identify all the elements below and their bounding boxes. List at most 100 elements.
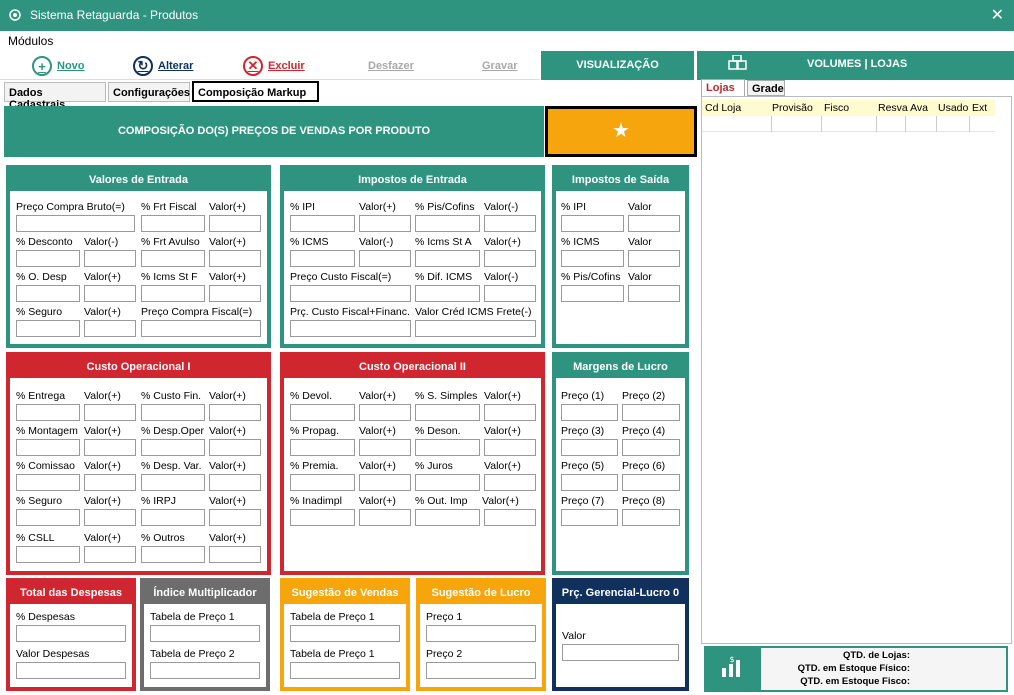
pis-cofins-input[interactable]	[415, 215, 480, 232]
tab-composicao-markup[interactable]: Composição Markup	[192, 81, 319, 102]
comissao-input[interactable]	[16, 474, 80, 491]
frt-avulso-input[interactable]	[141, 250, 205, 267]
s-simples-input[interactable]	[415, 404, 480, 421]
saida-icms-valor-input[interactable]	[628, 250, 680, 267]
comissao-valor-input[interactable]	[84, 474, 136, 491]
o-desp-input[interactable]	[16, 285, 80, 302]
menu-modulos[interactable]: Módulos	[8, 34, 53, 48]
preco-4-input[interactable]	[622, 439, 680, 456]
tab-lojas[interactable]: Lojas	[701, 79, 745, 96]
tab-grade[interactable]: Grade	[747, 80, 785, 96]
o-desp-valor-input[interactable]	[84, 285, 136, 302]
ipi-input[interactable]	[290, 215, 355, 232]
out-imp-input[interactable]	[415, 509, 480, 526]
seguro-op-input[interactable]	[16, 509, 80, 526]
outros-valor-input[interactable]	[209, 546, 261, 563]
indice-tabela-1-input[interactable]	[150, 625, 260, 642]
premia-input[interactable]	[290, 474, 355, 491]
novo-button[interactable]: + Novo	[32, 55, 85, 77]
desp-var-valor-input[interactable]	[209, 474, 261, 491]
premia-valor-input[interactable]	[359, 474, 411, 491]
devol-valor-input[interactable]	[359, 404, 411, 421]
preco-8-input[interactable]	[622, 509, 680, 526]
lojas-grid[interactable]	[701, 96, 1012, 644]
entrega-valor-input[interactable]	[84, 404, 136, 421]
icms-valor-input[interactable]	[359, 250, 411, 267]
star-icon[interactable]: ★	[545, 106, 697, 157]
seguro-valor-input[interactable]	[84, 320, 136, 337]
juros-input[interactable]	[415, 474, 480, 491]
indice-tabela-2-input[interactable]	[150, 662, 260, 679]
gravar-button[interactable]: Gravar	[482, 55, 517, 77]
desfazer-button[interactable]: Desfazer	[368, 55, 414, 77]
montagem-input[interactable]	[16, 439, 80, 456]
frt-fiscal-valor-input[interactable]	[209, 215, 261, 232]
visualizacao-button[interactable]: VISUALIZAÇÃO	[541, 51, 694, 80]
dif-icms-input[interactable]	[415, 285, 480, 302]
desconto-input[interactable]	[16, 250, 80, 267]
ipi-valor-input[interactable]	[359, 215, 411, 232]
desconto-valor-input[interactable]	[84, 250, 136, 267]
csll-valor-input[interactable]	[84, 546, 136, 563]
sugestao-tabela-1-input[interactable]	[290, 625, 400, 642]
inadimpl-input[interactable]	[290, 509, 355, 526]
desp-oper-input[interactable]	[141, 439, 205, 456]
preco-1-input[interactable]	[561, 404, 618, 421]
col-ext[interactable]: Ext	[972, 102, 987, 114]
deson-valor-input[interactable]	[484, 439, 536, 456]
sugestao-preco-1-input[interactable]	[426, 625, 536, 642]
icms-st-f-valor-input[interactable]	[209, 285, 261, 302]
alterar-button[interactable]: ↻ Alterar	[133, 55, 193, 77]
s-simples-valor-input[interactable]	[484, 404, 536, 421]
desp-var-input[interactable]	[141, 474, 205, 491]
custo-fin-valor-input[interactable]	[209, 404, 261, 421]
col-provisao[interactable]: Provisão	[772, 102, 813, 114]
saida-ipi-valor-input[interactable]	[628, 215, 680, 232]
deson-input[interactable]	[415, 439, 480, 456]
dif-icms-valor-input[interactable]	[484, 285, 536, 302]
icms-st-a-valor-input[interactable]	[484, 250, 536, 267]
montagem-valor-input[interactable]	[84, 439, 136, 456]
preco-3-input[interactable]	[561, 439, 618, 456]
close-icon[interactable]: ✕	[991, 5, 1004, 25]
despesas-pct-input[interactable]	[16, 625, 126, 642]
preco-compra-bruto-input[interactable]	[16, 215, 135, 232]
juros-valor-input[interactable]	[484, 474, 536, 491]
preco-7-input[interactable]	[561, 509, 618, 526]
devol-input[interactable]	[290, 404, 355, 421]
sugestao-tabela-1b-input[interactable]	[290, 662, 400, 679]
desp-oper-valor-input[interactable]	[209, 439, 261, 456]
sugestao-preco-2-input[interactable]	[426, 662, 536, 679]
frt-avulso-valor-input[interactable]	[209, 250, 261, 267]
icms-input[interactable]	[290, 250, 355, 267]
tab-dados-cadastrais[interactable]: Dados Cadastrais	[4, 82, 106, 111]
col-cd-loja[interactable]: Cd Loja	[705, 102, 741, 114]
seguro-input[interactable]	[16, 320, 80, 337]
icms-st-f-input[interactable]	[141, 285, 205, 302]
propag-valor-input[interactable]	[359, 439, 411, 456]
saida-icms-input[interactable]	[561, 250, 624, 267]
out-imp-valor-input[interactable]	[484, 509, 536, 526]
col-fisco[interactable]: Fisco	[824, 102, 849, 114]
frt-fiscal-input[interactable]	[141, 215, 205, 232]
irpj-input[interactable]	[141, 509, 205, 526]
col-resva-ava[interactable]: Resva Ava	[878, 102, 928, 114]
custo-fin-input[interactable]	[141, 404, 205, 421]
propag-input[interactable]	[290, 439, 355, 456]
prc-gerencial-valor-input[interactable]	[562, 644, 679, 661]
saida-pis-cofins-valor-input[interactable]	[628, 285, 680, 302]
grid-row[interactable]	[702, 116, 995, 132]
saida-ipi-input[interactable]	[561, 215, 624, 232]
irpj-valor-input[interactable]	[209, 509, 261, 526]
pis-cofins-valor-input[interactable]	[484, 215, 536, 232]
saida-pis-cofins-input[interactable]	[561, 285, 624, 302]
seguro-op-valor-input[interactable]	[84, 509, 136, 526]
valor-despesas-input[interactable]	[16, 662, 126, 679]
preco-custo-fiscal-input[interactable]	[290, 285, 411, 302]
inadimpl-valor-input[interactable]	[359, 509, 411, 526]
entrega-input[interactable]	[16, 404, 80, 421]
col-usado[interactable]: Usado	[938, 102, 968, 114]
prc-custo-fiscal-financ-input[interactable]	[290, 320, 411, 337]
csll-input[interactable]	[16, 546, 80, 563]
excluir-button[interactable]: ✕ Excluir	[243, 55, 305, 77]
